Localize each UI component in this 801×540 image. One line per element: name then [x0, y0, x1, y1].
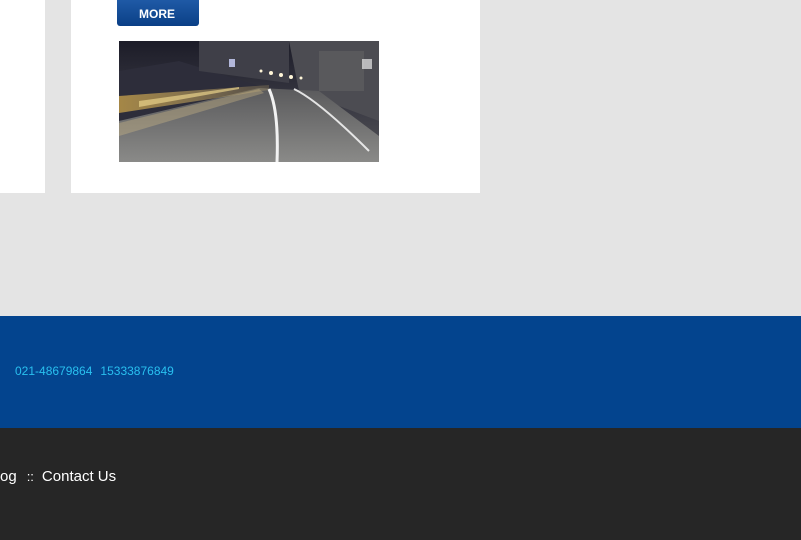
side-card	[0, 0, 45, 193]
more-button[interactable]: MORE	[117, 0, 199, 26]
footer: og:: Contact Us	[0, 428, 801, 540]
phone-numbers: 021-48679864 15333876849	[15, 364, 182, 378]
news-card: MORE	[71, 0, 480, 193]
phone-1: 021-48679864	[15, 364, 93, 378]
phone-2: 15333876849	[100, 364, 174, 378]
footer-nav: og:: Contact Us	[0, 468, 116, 485]
page: MORE 021-48679864 15333876849 og:: Cont…	[0, 0, 801, 540]
footer-link-blog[interactable]: og	[0, 468, 17, 485]
footer-link-contact-us[interactable]: Contact Us	[42, 468, 116, 485]
footer-separator: ::	[26, 469, 34, 484]
tunnel-road-image[interactable]	[119, 41, 379, 162]
contact-band: 021-48679864 15333876849	[0, 316, 801, 428]
